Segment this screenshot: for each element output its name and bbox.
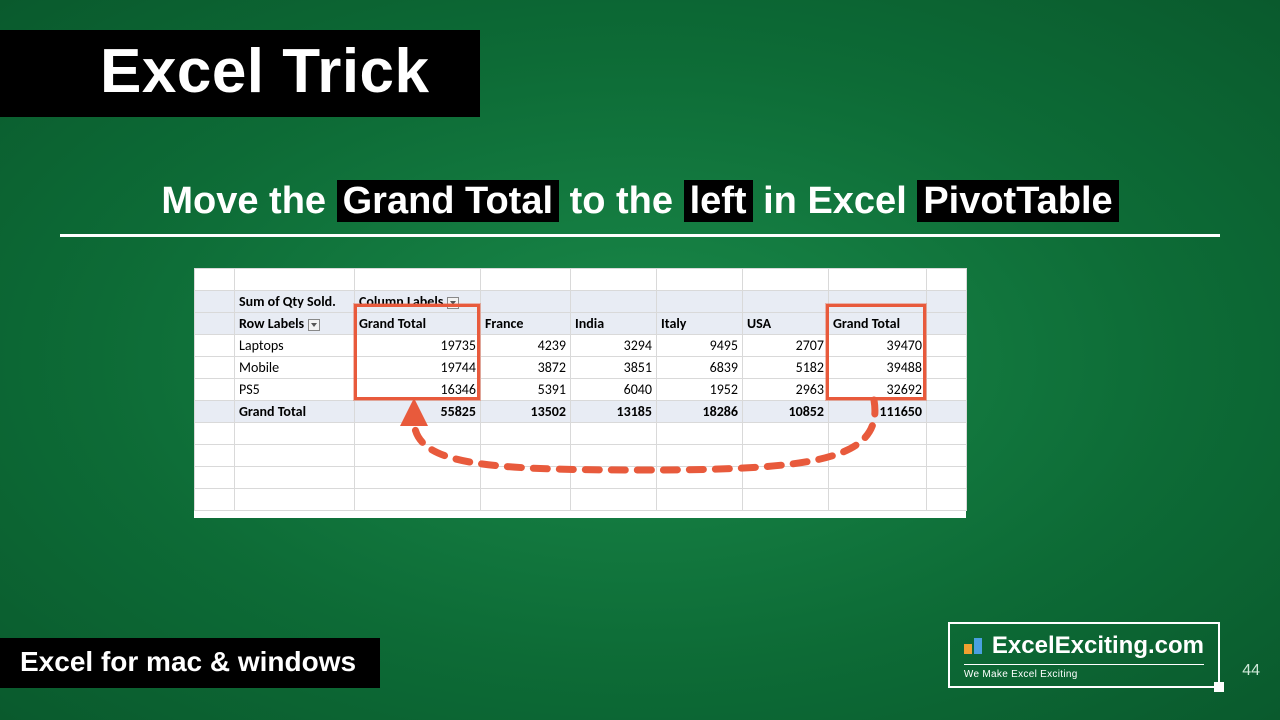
- sum-label: Sum of Qty Sold.: [235, 291, 355, 313]
- table-row: Mobile 19744 3872 3851 6839 5182 39488: [195, 357, 967, 379]
- brand-logo: ExcelExciting.com We Make Excel Exciting: [948, 622, 1220, 688]
- col-header: Italy: [657, 313, 743, 335]
- row-name: Mobile: [235, 357, 355, 379]
- brand-tagline: We Make Excel Exciting: [964, 669, 1204, 680]
- col-header: India: [571, 313, 657, 335]
- brand-name: ExcelExciting.com: [992, 632, 1204, 660]
- subtitle-part: Move the: [161, 180, 336, 222]
- page-number: 44: [1242, 662, 1260, 680]
- row-name: Laptops: [235, 335, 355, 357]
- col-header: Grand Total: [829, 313, 927, 335]
- table-row: PS5 16346 5391 6040 1952 2963 32692: [195, 379, 967, 401]
- footer-banner: Excel for mac & windows: [0, 638, 380, 688]
- row-labels-header[interactable]: Row Labels: [235, 313, 355, 335]
- subtitle-part: to the: [559, 180, 684, 222]
- col-header: France: [481, 313, 571, 335]
- row-name: PS5: [235, 379, 355, 401]
- column-labels-header[interactable]: Column Labels: [355, 291, 481, 313]
- divider: [60, 234, 1220, 237]
- dropdown-icon[interactable]: [447, 297, 459, 309]
- dropdown-icon[interactable]: [308, 319, 320, 331]
- row-name: Grand Total: [235, 401, 355, 423]
- subtitle: Move the Grand Total to the left in Exce…: [0, 180, 1280, 223]
- subtitle-highlight: PivotTable: [917, 180, 1118, 222]
- col-header: USA: [743, 313, 829, 335]
- grand-total-row: Grand Total 55825 13502 13185 18286 1085…: [195, 401, 967, 423]
- col-header: Grand Total: [355, 313, 481, 335]
- subtitle-highlight: left: [684, 180, 753, 222]
- bar-chart-icon: [964, 638, 982, 654]
- title-banner: Excel Trick: [0, 30, 480, 117]
- pivot-table: Sum of Qty Sold. Column Labels Row Label…: [194, 268, 967, 511]
- subtitle-part: in Excel: [753, 180, 918, 222]
- subtitle-highlight: Grand Total: [337, 180, 559, 222]
- corner-square-icon: [1214, 682, 1224, 692]
- pivot-table-screenshot: Sum of Qty Sold. Column Labels Row Label…: [194, 268, 966, 518]
- table-row: Laptops 19735 4239 3294 9495 2707 39470: [195, 335, 967, 357]
